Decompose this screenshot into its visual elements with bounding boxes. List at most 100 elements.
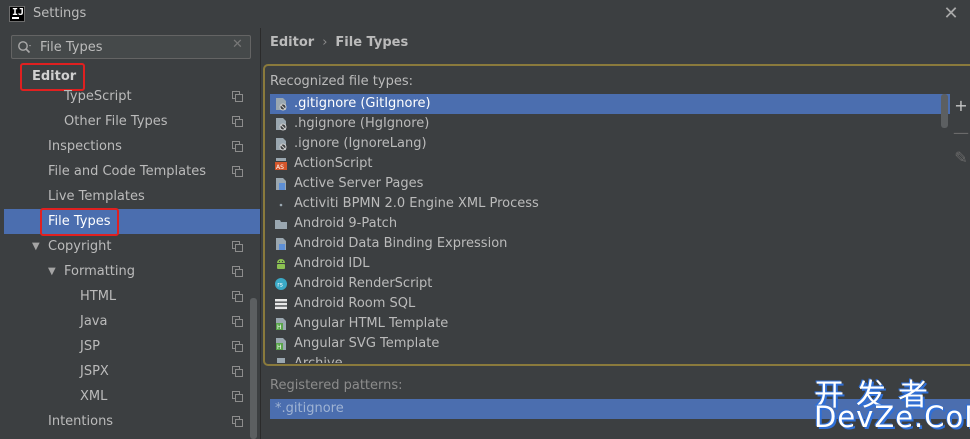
- file-type-row[interactable]: H Angular SVG Template: [270, 334, 950, 354]
- settings-sidebar: ✕ Editor TypeScriptOther File TypesInspe…: [0, 28, 260, 439]
- file-type-name: Android Room SQL: [294, 296, 416, 311]
- bpmn-icon: [274, 197, 288, 211]
- file-type-name: Angular SVG Template: [294, 336, 440, 351]
- angular-html-icon: H: [274, 317, 288, 331]
- file-type-name: Active Server Pages: [294, 176, 424, 191]
- tree-item-jspx[interactable]: JSPX: [4, 359, 260, 384]
- close-button[interactable]: ✕: [940, 3, 962, 25]
- tree-item-label: JSP: [80, 339, 100, 354]
- tree-item-label: TypeScript: [64, 89, 132, 104]
- file-type-row[interactable]: .hgignore (HgIgnore): [270, 114, 950, 134]
- tree-item-inspections[interactable]: Inspections: [4, 134, 260, 159]
- file-type-row[interactable]: Android Data Binding Expression: [270, 234, 950, 254]
- file-type-row[interactable]: H Angular HTML Template: [270, 314, 950, 334]
- file-type-name: Angular HTML Template: [294, 316, 449, 331]
- tree-item-formatting[interactable]: ▼ Formatting: [4, 259, 260, 284]
- watermark-latin-text: DevZe.CoM: [814, 400, 970, 434]
- sidebar-scrollbar[interactable]: [250, 298, 257, 439]
- file-type-row[interactable]: Android 9-Patch: [270, 214, 950, 234]
- project-scope-icon: [232, 91, 243, 102]
- expand-arrow-icon[interactable]: ▼: [32, 234, 40, 259]
- add-file-type-button[interactable]: +: [952, 97, 970, 115]
- breadcrumb-parent[interactable]: Editor: [270, 35, 314, 50]
- file-type-name: .hgignore (HgIgnore): [294, 116, 430, 131]
- project-scope-icon: [232, 391, 243, 402]
- recognized-file-types-label: Recognized file types:: [270, 74, 413, 89]
- breadcrumb-separator: ›: [322, 35, 328, 50]
- breadcrumb: Editor › File Types: [270, 35, 408, 50]
- file-type-row[interactable]: Android Room SQL: [270, 294, 950, 314]
- ignore-file-icon: [274, 117, 288, 131]
- file-type-row[interactable]: Activiti BPMN 2.0 Engine XML Process: [270, 194, 950, 214]
- angular-svg-icon: H: [274, 337, 288, 351]
- tree-item-java[interactable]: Java: [4, 309, 260, 334]
- file-list-scrollbar[interactable]: [941, 94, 948, 128]
- project-scope-icon: [232, 291, 243, 302]
- file-type-row[interactable]: rs Android RenderScript: [270, 274, 950, 294]
- file-type-name: .ignore (IgnoreLang): [294, 136, 427, 151]
- tree-item-label: HTML: [80, 289, 117, 304]
- file-type-row[interactable]: Active Server Pages: [270, 174, 950, 194]
- project-scope-icon: [232, 416, 243, 427]
- room-sql-icon: [274, 297, 288, 311]
- expand-arrow-icon[interactable]: ▼: [48, 259, 56, 284]
- file-type-row[interactable]: Android IDL: [270, 254, 950, 274]
- project-scope-icon: [232, 366, 243, 377]
- project-scope-icon: [232, 141, 243, 152]
- tree-item-label: XML: [80, 389, 108, 404]
- file-type-row[interactable]: .ignore (IgnoreLang): [270, 134, 950, 154]
- tree-item-file-and-code-templates[interactable]: File and Code Templates: [4, 159, 260, 184]
- tree-item-label: JSPX: [80, 364, 109, 379]
- tree-item-label: File and Code Templates: [48, 164, 206, 179]
- edit-file-type-button[interactable]: ✎: [952, 149, 970, 167]
- tree-item-typescript[interactable]: TypeScript: [4, 84, 260, 109]
- panel-divider[interactable]: [260, 28, 261, 439]
- folder-icon: [274, 217, 288, 231]
- tree-item-live-templates[interactable]: Live Templates: [4, 184, 260, 209]
- tree-item-intentions[interactable]: Intentions: [4, 409, 260, 434]
- tree-item-label: Other File Types: [64, 114, 168, 129]
- window-title: Settings: [33, 6, 87, 21]
- project-scope-icon: [232, 341, 243, 352]
- svg-text:H: H: [277, 324, 282, 331]
- recognized-file-types-list[interactable]: .gitignore (GitIgnore) .hgignore (HgIgnor…: [270, 93, 950, 363]
- archive-icon: [274, 357, 288, 363]
- file-type-name: Activiti BPMN 2.0 Engine XML Process: [294, 196, 539, 211]
- file-type-name: Android RenderScript: [294, 276, 433, 291]
- tree-item-label: Live Templates: [48, 189, 145, 204]
- file-type-row[interactable]: AS ActionScript: [270, 154, 950, 174]
- devze-watermark-logo: 开发者 DevZe.CoM: [812, 370, 970, 436]
- file-type-name: Android 9-Patch: [294, 216, 398, 231]
- project-scope-icon: [232, 166, 243, 177]
- tree-item-xml[interactable]: XML: [4, 384, 260, 409]
- project-scope-icon: [232, 316, 243, 327]
- file-type-row[interactable]: Archive: [270, 354, 950, 363]
- tree-item-jsp[interactable]: JSP: [4, 334, 260, 359]
- tree-item-label: Java: [80, 314, 108, 329]
- title-bar: IJ Settings ✕: [0, 0, 970, 28]
- svg-text:AS: AS: [276, 164, 284, 171]
- tree-item-copyright[interactable]: ▼ Copyright: [4, 234, 260, 259]
- registered-patterns-label: Registered patterns:: [270, 378, 403, 393]
- tree-item-label: Formatting: [64, 264, 136, 279]
- project-scope-icon: [232, 241, 243, 252]
- pattern-text: *.gitignore: [275, 401, 344, 416]
- tree-item-other-file-types[interactable]: Other File Types: [4, 109, 260, 134]
- remove-file-type-button[interactable]: —: [952, 124, 970, 142]
- renderscript-icon: rs: [274, 277, 288, 291]
- ignore-file-icon: [274, 137, 288, 151]
- actionscript-icon: AS: [274, 157, 288, 171]
- svg-text:H: H: [277, 344, 282, 351]
- file-type-name: Android IDL: [294, 256, 370, 271]
- file-type-name: ActionScript: [294, 156, 373, 171]
- tree-item-label: Intentions: [48, 414, 114, 429]
- file-type-row[interactable]: .gitignore (GitIgnore): [270, 94, 950, 114]
- tree-item-html[interactable]: HTML: [4, 284, 260, 309]
- android-icon: [274, 257, 288, 271]
- svg-text:rs: rs: [277, 282, 283, 289]
- settings-search-box[interactable]: ✕: [11, 35, 251, 59]
- file-type-name: Archive: [294, 354, 343, 363]
- clear-search-icon[interactable]: ✕: [232, 37, 243, 52]
- intellij-logo-icon: IJ: [9, 6, 25, 22]
- search-input[interactable]: [40, 38, 225, 56]
